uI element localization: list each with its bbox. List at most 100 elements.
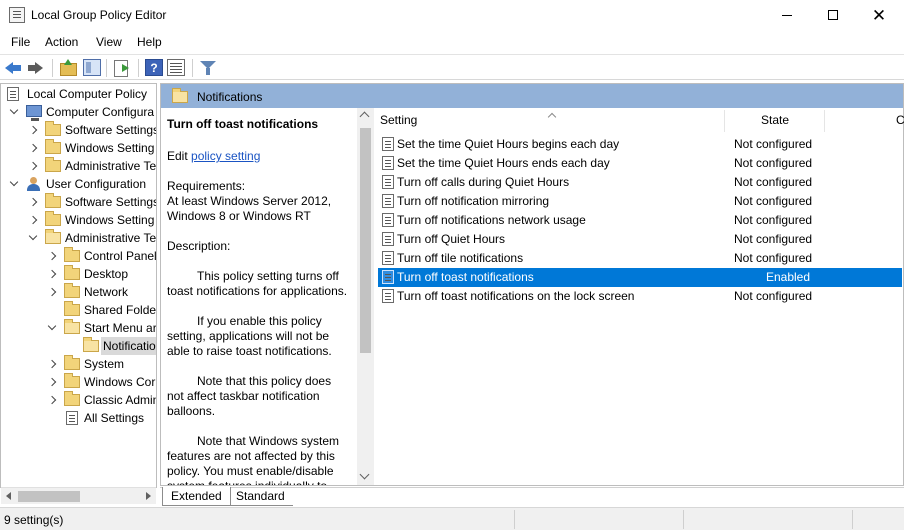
scroll-up-icon[interactable] (359, 111, 370, 122)
maximize-button[interactable] (810, 0, 856, 31)
chevron-right-icon[interactable] (46, 283, 58, 301)
policy-icon (7, 87, 19, 101)
description-paragraph-2: If you enable this policy setting, appli… (167, 314, 332, 358)
status-bar: 9 setting(s) (0, 507, 904, 530)
chevron-right-icon[interactable] (27, 193, 39, 211)
scroll-down-icon[interactable] (359, 469, 370, 480)
status-divider (852, 510, 853, 529)
navigation-tree: Local Computer Policy Computer Configura… (0, 83, 157, 488)
minimize-icon (782, 15, 792, 16)
scroll-left-icon[interactable] (6, 492, 11, 500)
chevron-right-icon[interactable] (46, 265, 58, 283)
policy-setting-icon (382, 270, 394, 284)
filter-icon[interactable] (199, 59, 217, 76)
column-header-setting[interactable]: Setting (380, 108, 417, 132)
chevron-right-icon[interactable] (46, 247, 58, 265)
toolbar-separator (106, 59, 107, 77)
tab-standard[interactable]: Standard (228, 487, 293, 506)
chevron-right-icon[interactable] (27, 139, 39, 157)
chevron-right-icon[interactable] (27, 211, 39, 229)
minimize-button[interactable] (764, 0, 810, 31)
folder-icon (45, 121, 61, 136)
chevron-right-icon[interactable] (27, 121, 39, 139)
policy-setting-icon (382, 156, 394, 170)
close-icon: ✕ (871, 6, 887, 25)
toolbar-separator (52, 59, 53, 77)
toolbar-separator (138, 59, 139, 77)
window-title: Local Group Policy Editor (31, 8, 167, 22)
policy-setting-icon (382, 213, 394, 227)
chevron-down-icon[interactable] (8, 175, 20, 193)
scroll-right-icon[interactable] (146, 492, 151, 500)
table-row[interactable]: Set the time Quiet Hours ends each day N… (378, 154, 902, 173)
folder-icon (64, 247, 80, 262)
column-divider[interactable] (824, 110, 825, 132)
table-row[interactable]: Turn off notification mirroring Not conf… (378, 192, 902, 211)
column-header-state[interactable]: State (761, 108, 789, 132)
folder-icon (64, 301, 80, 316)
scroll-thumb[interactable] (360, 128, 371, 353)
forward-arrow-icon[interactable] (27, 59, 45, 76)
description-paragraph-4: Note that Windows system features are no… (167, 434, 340, 485)
folder-icon (64, 283, 80, 298)
up-folder-icon[interactable] (59, 59, 77, 76)
table-row[interactable]: Turn off tile notifications Not configur… (378, 249, 902, 268)
table-row[interactable]: Turn off calls during Quiet Hours Not co… (378, 173, 902, 192)
computer-icon (26, 105, 42, 121)
folder-icon (45, 211, 61, 226)
menu-help[interactable]: Help (137, 35, 162, 49)
folder-open-icon (45, 229, 61, 244)
table-row[interactable]: Turn off notifications network usage Not… (378, 211, 902, 230)
policy-setting-icon (382, 289, 394, 303)
chevron-down-icon[interactable] (46, 319, 58, 337)
chevron-down-icon[interactable] (27, 229, 39, 247)
back-arrow-icon[interactable] (5, 59, 23, 76)
folder-open-icon (172, 88, 188, 103)
tab-extended[interactable]: Extended (162, 487, 231, 506)
table-row[interactable]: Set the time Quiet Hours begins each day… (378, 135, 902, 154)
node-header: Notifications (161, 84, 903, 108)
menu-action[interactable]: Action (45, 35, 78, 49)
policy-setting-icon (382, 137, 394, 151)
chevron-right-icon[interactable] (27, 157, 39, 175)
gpedit-app-icon (9, 7, 25, 23)
table-row[interactable]: Turn off Quiet Hours Not configured (378, 230, 902, 249)
edit-policy-link[interactable]: policy setting (191, 149, 260, 163)
settings-list: Setting State C Set the time Quiet Hours… (374, 108, 904, 485)
menu-view[interactable]: View (96, 35, 122, 49)
chevron-right-icon[interactable] (46, 373, 58, 391)
chevron-right-icon[interactable] (46, 391, 58, 409)
edit-policy-line: Edit policy setting (167, 149, 261, 163)
help-icon[interactable]: ? (145, 59, 163, 76)
close-button[interactable]: ✕ (856, 0, 902, 31)
description-paragraph-1: This policy setting turns off toast noti… (167, 269, 348, 298)
requirements-line-2: Windows 8 or Windows RT (167, 209, 311, 223)
sort-ascending-icon (547, 112, 557, 122)
settings-count: 9 setting(s) (4, 513, 64, 527)
menu-file[interactable]: File (11, 35, 30, 49)
folder-icon (45, 139, 61, 154)
chevron-right-icon[interactable] (46, 355, 58, 373)
folder-icon (64, 391, 80, 406)
user-icon (26, 177, 41, 191)
status-divider (514, 510, 515, 529)
table-row-selected[interactable]: Turn off toast notifications Enabled (378, 268, 902, 287)
folder-icon (64, 355, 80, 370)
show-hide-tree-icon[interactable] (83, 59, 101, 76)
description-label: Description: (167, 239, 231, 253)
column-header-comment[interactable]: C (896, 108, 904, 132)
properties-icon[interactable] (167, 59, 185, 76)
policy-setting-icon (382, 194, 394, 208)
export-list-icon[interactable] (113, 59, 131, 77)
status-divider (683, 510, 684, 529)
tree-horizontal-scrollbar[interactable] (1, 487, 156, 504)
policy-setting-icon (382, 175, 394, 189)
chevron-down-icon[interactable] (8, 103, 20, 121)
description-vertical-scrollbar[interactable] (357, 108, 374, 485)
policy-setting-icon (382, 251, 394, 265)
scroll-thumb[interactable] (18, 491, 80, 502)
folder-icon (64, 373, 80, 388)
extended-description-pane: Turn off toast notifications Edit policy… (161, 108, 359, 485)
table-row[interactable]: Turn off toast notifications on the lock… (378, 287, 902, 306)
column-divider[interactable] (724, 110, 725, 132)
